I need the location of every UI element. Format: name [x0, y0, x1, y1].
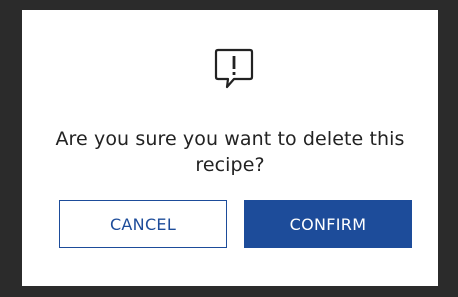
- confirmation-message: Are you sure you want to delete this rec…: [42, 126, 418, 178]
- cancel-button[interactable]: CANCEL: [59, 200, 227, 248]
- confirm-button[interactable]: CONFIRM: [244, 200, 412, 248]
- screen-backdrop: Are you sure you want to delete this rec…: [0, 0, 458, 297]
- alert-speech-bubble-icon: [214, 47, 254, 91]
- confirmation-message-line-2: recipe?: [195, 154, 265, 176]
- confirm-delete-dialog: Are you sure you want to delete this rec…: [22, 10, 438, 286]
- confirmation-message-line-1: Are you sure you want to delete this: [55, 128, 405, 150]
